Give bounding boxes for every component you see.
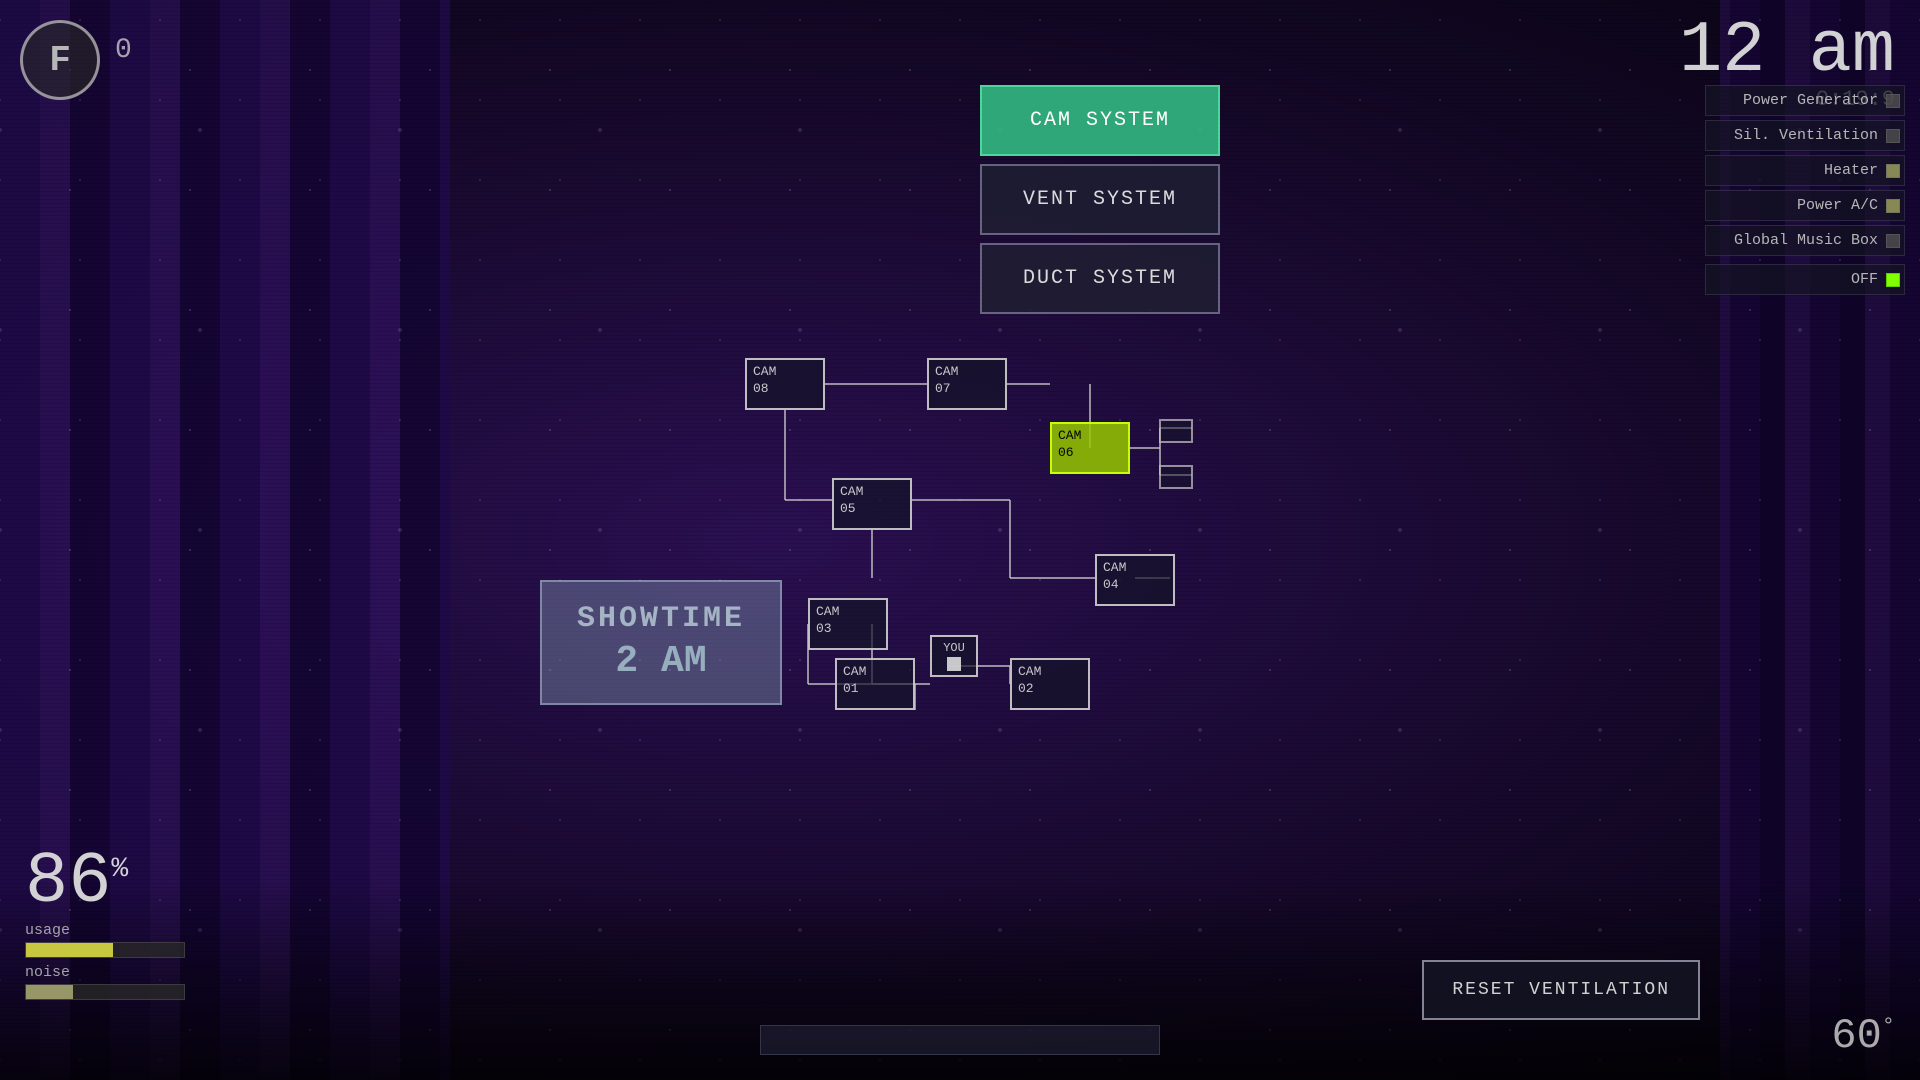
showtime-title: SHOWTIME [577, 602, 745, 636]
toggle-heater-led [1886, 164, 1900, 178]
usage-bar-fill [26, 943, 113, 957]
you-label: YOU [943, 641, 965, 655]
cam-node-02[interactable]: CAM02 [1010, 658, 1090, 710]
toggle-power-generator[interactable]: Power Generator [1705, 85, 1905, 116]
stats-panel: 86% usage noise [25, 846, 185, 1000]
duct-system-button[interactable]: DUCT SYSTEM [980, 243, 1220, 314]
off-label: OFF [1851, 271, 1878, 288]
cam-node-04[interactable]: CAM04 [1095, 554, 1175, 606]
usage-bar-row: usage [25, 922, 185, 958]
cam-node-06[interactable]: CAM06 [1050, 422, 1130, 474]
usage-label: usage [25, 922, 185, 939]
cam-node-01[interactable]: CAM01 [835, 658, 915, 710]
toggle-power-ac[interactable]: Power A/C [1705, 190, 1905, 221]
toggle-power-generator-label: Power Generator [1743, 92, 1878, 109]
noise-bar-row: noise [25, 964, 185, 1000]
usage-bar-track [25, 942, 185, 958]
toggle-global-music[interactable]: Global Music Box [1705, 225, 1905, 256]
system-buttons-panel: CAM SYSTEM VENT SYSTEM DUCT SYSTEM [980, 85, 1220, 314]
bottom-center-bar [760, 1025, 1160, 1055]
toggle-global-music-label: Global Music Box [1734, 232, 1878, 249]
cam-node-03[interactable]: CAM03 [808, 598, 888, 650]
you-inner-box [947, 657, 961, 671]
temperature-display: 60° [1831, 1012, 1895, 1060]
toggle-power-ac-led [1886, 199, 1900, 213]
logo-circle: F [20, 20, 100, 100]
you-node: YOU [930, 635, 978, 677]
vent-system-button[interactable]: VENT SYSTEM [980, 164, 1220, 235]
ui-layer: F 0 12 am 0:19:9 CAM SYSTEM VENT SYSTEM … [0, 0, 1920, 1080]
off-indicator[interactable]: OFF [1705, 264, 1905, 295]
toggle-sil-ventilation-label: Sil. Ventilation [1734, 127, 1878, 144]
noise-bar-fill [26, 985, 73, 999]
power-percentage: 86% [25, 846, 185, 918]
toggle-sil-ventilation[interactable]: Sil. Ventilation [1705, 120, 1905, 151]
cam-node-07[interactable]: CAM07 [927, 358, 1007, 410]
off-led [1886, 273, 1900, 287]
toggle-power-ac-label: Power A/C [1797, 197, 1878, 214]
cam-system-button[interactable]: CAM SYSTEM [980, 85, 1220, 156]
noise-bar-track [25, 984, 185, 1000]
cam-node-05[interactable]: CAM05 [832, 478, 912, 530]
toggle-heater[interactable]: Heater [1705, 155, 1905, 186]
time-main: 12 am [1679, 15, 1895, 87]
toggle-sil-ventilation-led [1886, 129, 1900, 143]
reset-ventilation-button[interactable]: RESET VENTILATION [1422, 960, 1700, 1020]
noise-label: noise [25, 964, 185, 981]
toggle-global-music-led [1886, 234, 1900, 248]
toggle-power-generator-led [1886, 94, 1900, 108]
cam-node-08[interactable]: CAM08 [745, 358, 825, 410]
score-display: 0 [115, 35, 132, 66]
toggle-heater-label: Heater [1824, 162, 1878, 179]
showtime-time: 2 AM [577, 640, 745, 683]
logo-letter: F [49, 40, 71, 81]
right-toggle-panel: Power Generator Sil. Ventilation Heater … [1705, 85, 1905, 295]
showtime-sign: SHOWTIME 2 AM [540, 580, 782, 705]
